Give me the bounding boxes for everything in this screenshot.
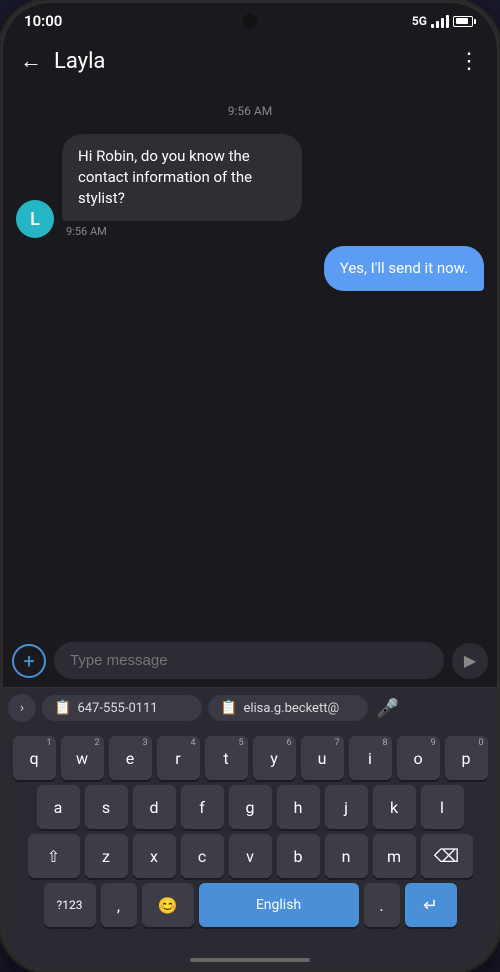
key-y[interactable]: 6y (253, 736, 296, 780)
key-d[interactable]: d (133, 785, 176, 829)
mic-button[interactable]: 🎤 (374, 694, 402, 722)
chat-area: 9:56 AM L Hi Robin, do you know the cont… (0, 86, 500, 634)
signal-icon (431, 14, 449, 28)
enter-key[interactable]: ↵ (405, 883, 457, 927)
status-icons: 5G (412, 14, 476, 28)
clipboard-icon-2: 📋 (220, 700, 237, 716)
home-indicator (0, 948, 500, 972)
key-row-3: ⇧ z x c v b n m ⌫ (4, 834, 496, 878)
key-v[interactable]: v (229, 834, 272, 878)
emoji-key[interactable]: 😊 (142, 883, 194, 927)
key-row-4: ?123 , 😊 English . ↵ (4, 883, 496, 927)
message-input[interactable] (54, 642, 444, 679)
key-h[interactable]: h (277, 785, 320, 829)
key-z[interactable]: z (85, 834, 128, 878)
add-button[interactable]: + (12, 644, 46, 678)
period-key[interactable]: . (364, 883, 400, 927)
key-i[interactable]: 8i (349, 736, 392, 780)
status-bar: 10:00 5G (0, 0, 500, 36)
phone-shell: 10:00 5G ← Layla ⋮ 9:56 AM (0, 0, 500, 972)
mic-icon: 🎤 (377, 698, 399, 719)
key-row-2: a s d f g h j k l (4, 785, 496, 829)
more-options-button[interactable]: ⋮ (454, 45, 484, 78)
battery-icon (453, 16, 476, 27)
contact-name: Layla (54, 49, 446, 74)
app-header: ← Layla ⋮ (0, 36, 500, 86)
back-button[interactable]: ← (16, 44, 46, 78)
key-a[interactable]: a (37, 785, 80, 829)
key-x[interactable]: x (133, 834, 176, 878)
status-time: 10:00 (24, 12, 62, 30)
keyboard: 1q 2w 3e 4r 5t 6y 7u (0, 728, 500, 948)
key-f[interactable]: f (181, 785, 224, 829)
key-s[interactable]: s (85, 785, 128, 829)
key-row-1: 1q 2w 3e 4r 5t 6y 7u (4, 736, 496, 780)
message-row-sent: Yes, I'll send it now. (16, 246, 484, 291)
key-n[interactable]: n (325, 834, 368, 878)
message-bubble-wrap: Hi Robin, do you know the contact inform… (62, 134, 302, 238)
received-bubble: Hi Robin, do you know the contact inform… (62, 134, 302, 221)
suggestion-chip-email[interactable]: 📋 elisa.g.beckett@ (208, 695, 368, 721)
spacebar-key[interactable]: English (199, 883, 359, 927)
key-o[interactable]: 9o (397, 736, 440, 780)
bubble-time: 9:56 AM (62, 225, 302, 238)
time-divider: 9:56 AM (16, 104, 484, 118)
suggestions-expand-button[interactable]: › (8, 694, 36, 722)
suggestions-bar: › 📋 647-555-0111 📋 elisa.g.beckett@ 🎤 (0, 687, 500, 728)
key-l[interactable]: l (421, 785, 464, 829)
key-u[interactable]: 7u (301, 736, 344, 780)
clipboard-icon: 📋 (54, 700, 71, 716)
key-b[interactable]: b (277, 834, 320, 878)
key-p[interactable]: 0p (445, 736, 488, 780)
home-bar (190, 958, 310, 962)
message-row: L Hi Robin, do you know the contact info… (16, 134, 484, 238)
key-e[interactable]: 3e (109, 736, 152, 780)
symbols-key[interactable]: ?123 (44, 883, 96, 927)
key-q[interactable]: 1q (13, 736, 56, 780)
chip-email-text: elisa.g.beckett@ (243, 701, 339, 716)
suggestion-chip-phone[interactable]: 📋 647-555-0111 (42, 695, 202, 721)
key-m[interactable]: m (373, 834, 416, 878)
network-label: 5G (412, 14, 427, 28)
screen: 10:00 5G ← Layla ⋮ 9:56 AM (0, 0, 500, 972)
comma-key[interactable]: , (101, 883, 137, 927)
shift-key[interactable]: ⇧ (28, 834, 80, 878)
camera-notch (243, 14, 257, 28)
key-c[interactable]: c (181, 834, 224, 878)
avatar: L (16, 200, 54, 238)
input-bar: + ▶ (0, 634, 500, 687)
key-j[interactable]: j (325, 785, 368, 829)
key-w[interactable]: 2w (61, 736, 104, 780)
key-r[interactable]: 4r (157, 736, 200, 780)
backspace-key[interactable]: ⌫ (421, 834, 473, 878)
key-g[interactable]: g (229, 785, 272, 829)
sent-bubble: Yes, I'll send it now. (324, 246, 484, 291)
send-button[interactable]: ▶ (452, 643, 488, 679)
key-k[interactable]: k (373, 785, 416, 829)
key-t[interactable]: 5t (205, 736, 248, 780)
chip-phone-text: 647-555-0111 (77, 701, 157, 716)
